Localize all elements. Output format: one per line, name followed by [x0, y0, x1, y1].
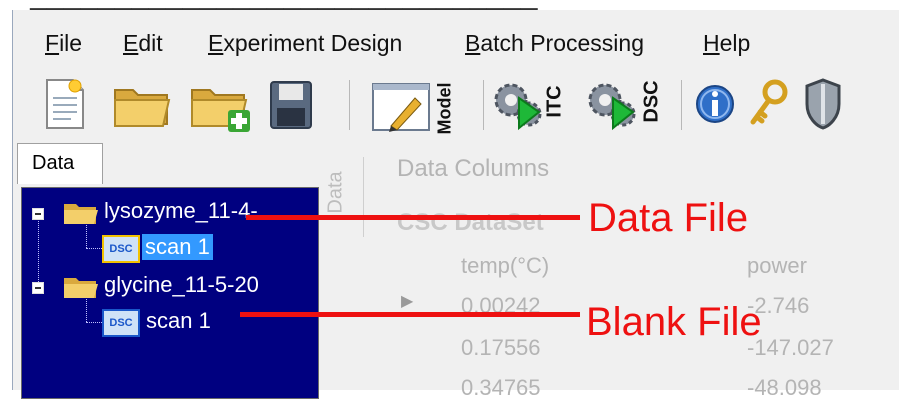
- menu-file[interactable]: File: [45, 30, 82, 57]
- blank-file-callout: Blank File: [586, 300, 762, 344]
- toolbar-separator: [483, 80, 484, 130]
- dsc-file-icon: DSC: [102, 235, 140, 263]
- open-folder-button[interactable]: [111, 76, 173, 132]
- folder-icon: [64, 204, 98, 224]
- menu-help[interactable]: Help: [703, 30, 750, 57]
- tree-node-label: lysozyme_11-4-: [104, 198, 258, 223]
- folder-icon: [64, 278, 98, 298]
- dsc-run-button[interactable]: DSC: [585, 76, 663, 132]
- itc-run-button[interactable]: ITC: [491, 76, 566, 132]
- app-window: File Edit Experiment Design Batch Proces…: [12, 10, 899, 400]
- data-file-callout-line: [246, 215, 580, 220]
- table-cell[interactable]: 0.34765: [461, 375, 541, 401]
- tab-data[interactable]: Data: [17, 143, 103, 184]
- row-pointer-icon: ▶: [401, 293, 414, 310]
- toolbar-separator: [681, 80, 682, 130]
- floppy-disk-icon: [270, 81, 312, 129]
- folder-icon: [114, 89, 171, 127]
- table-cell[interactable]: 0.17556: [461, 335, 541, 361]
- new-file-icon: [46, 79, 84, 129]
- dsc-label: DSC: [640, 80, 663, 123]
- menu-batch-processing[interactable]: Batch Processing: [465, 30, 644, 57]
- toolbar: Model ITC DSC: [13, 70, 899, 140]
- collapse-toggle-icon[interactable]: [32, 208, 44, 220]
- column-header-power[interactable]: power: [747, 253, 807, 279]
- tree-node-label: glycine_11-5-20: [104, 272, 259, 297]
- top-edge-strip: ▁▁▁▁▁▁▁▁▁▁▁▁▁▁▁▁▁▁▁▁▁▁▁▁▁▁▁▁▁▁: [0, 0, 899, 10]
- data-panel: Data lysozyme_11-4- DSC scan 1 glycine_1…: [17, 143, 319, 399]
- key-icon: [750, 79, 788, 125]
- info-icon: [696, 85, 734, 123]
- data-file-callout: Data File: [588, 196, 749, 240]
- toolbar-separator: [349, 80, 350, 130]
- model-label: Model: [434, 82, 455, 135]
- folder-add-icon: [191, 89, 250, 132]
- new-file-button[interactable]: [43, 76, 87, 132]
- tree-node-label: scan 1: [146, 308, 211, 333]
- shield-icon: [805, 78, 841, 130]
- blank-file-callout-line: [240, 312, 580, 317]
- tree-node-scan[interactable]: DSC scan 1: [22, 232, 318, 264]
- menu-bar: File Edit Experiment Design Batch Proces…: [13, 24, 899, 64]
- info-button[interactable]: [693, 76, 737, 132]
- collapse-toggle-icon[interactable]: [32, 282, 44, 294]
- dsc-file-icon: DSC: [102, 309, 140, 337]
- data-view-panel: Data Data Columns CSC DataSet temp(°C) p…: [319, 143, 899, 400]
- dsc-gears-icon: [588, 83, 636, 131]
- tree-node-label-selected: scan 1: [142, 234, 213, 260]
- menu-experiment-design[interactable]: Experiment Design: [208, 30, 402, 57]
- menu-edit[interactable]: Edit: [123, 30, 163, 57]
- model-button[interactable]: Model: [371, 76, 461, 135]
- add-folder-button[interactable]: [188, 76, 254, 132]
- security-button[interactable]: [803, 76, 843, 132]
- data-columns-heading: Data Columns: [397, 155, 550, 182]
- tree-node-scan[interactable]: DSC scan 1: [22, 306, 318, 338]
- column-header-temp[interactable]: temp(°C): [461, 253, 549, 279]
- itc-label: ITC: [543, 85, 566, 118]
- license-key-button[interactable]: [745, 76, 789, 132]
- dataset-label: CSC DataSet: [397, 209, 544, 236]
- table-cell[interactable]: -48.098: [747, 375, 822, 401]
- tree-node-data-file[interactable]: lysozyme_11-4-: [22, 196, 318, 228]
- tab-data-vertical[interactable]: Data: [325, 157, 364, 237]
- tree-node-blank-file[interactable]: glycine_11-5-20: [22, 270, 318, 302]
- save-button[interactable]: [267, 76, 315, 132]
